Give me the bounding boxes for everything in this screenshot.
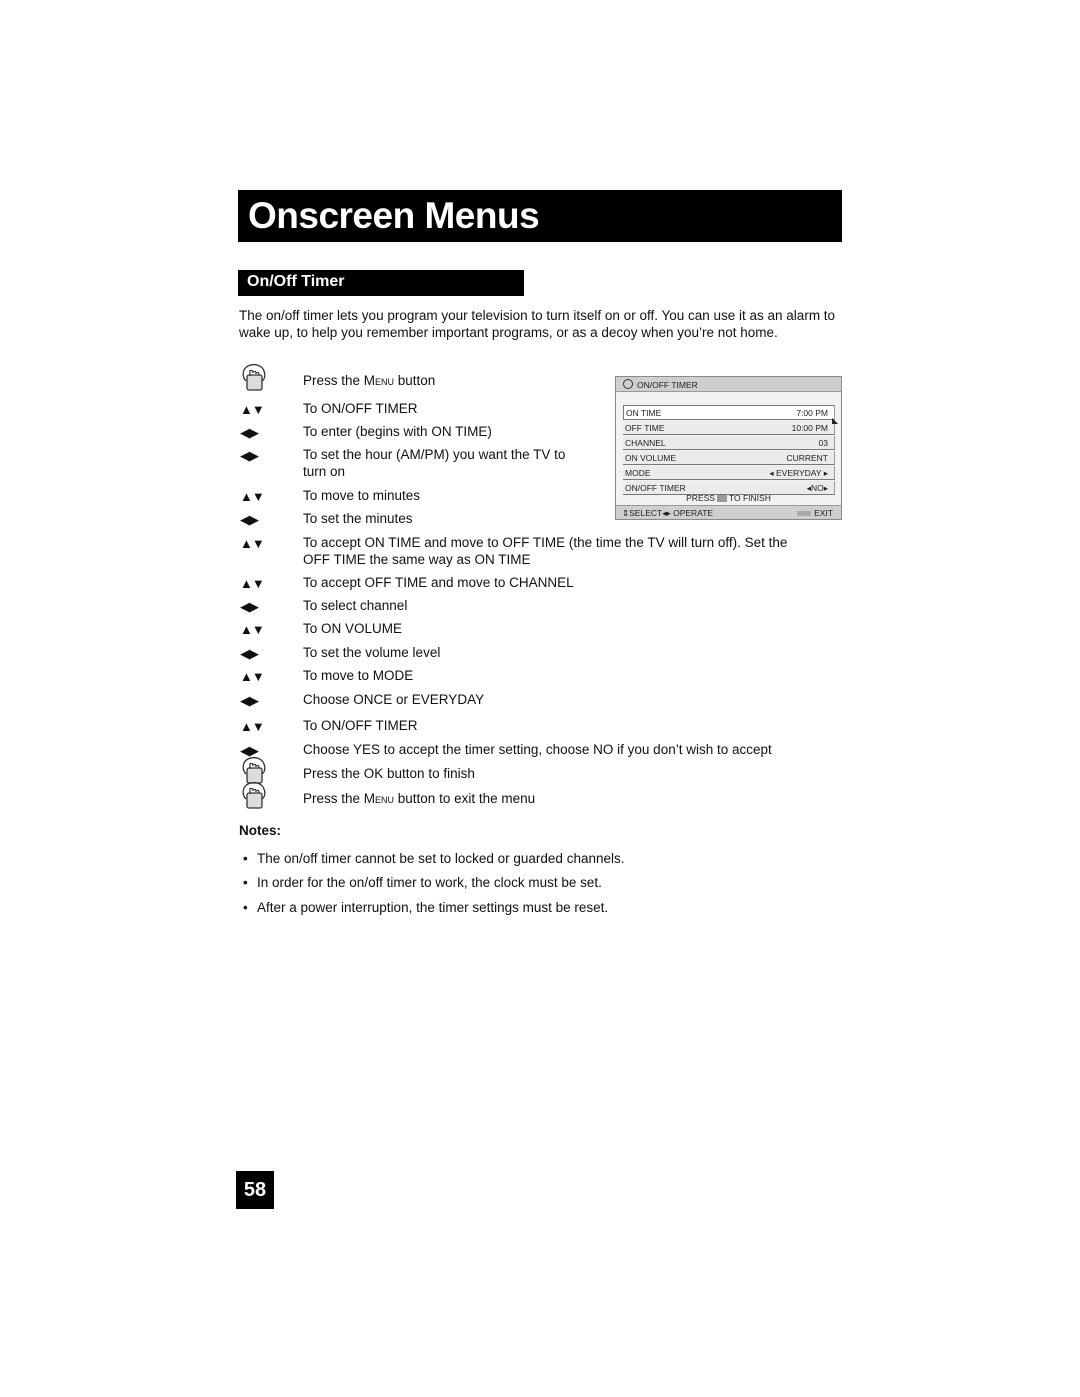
clock-icon bbox=[623, 379, 633, 389]
step-text: To accept ON TIME and move to OFF TIME (… bbox=[303, 535, 788, 567]
bullet-icon: • bbox=[243, 900, 248, 915]
osd-row-label: CHANNEL bbox=[625, 438, 666, 448]
left-right-arrows-icon: ◀▶ bbox=[240, 599, 259, 614]
menu-button-name: Menu bbox=[363, 373, 395, 388]
up-down-arrows-icon: ▲▼ bbox=[240, 402, 265, 417]
osd-row-channel: CHANNEL 03 bbox=[623, 436, 835, 450]
up-down-arrows-icon: ▲▼ bbox=[240, 536, 265, 551]
osd-row-value: 10:00 PM bbox=[791, 423, 828, 433]
step-text: To move to MODE bbox=[303, 668, 414, 683]
step-text: Choose ONCE or EVERYDAY bbox=[303, 692, 485, 707]
osd-row-off-time: OFF TIME 10:00 PM bbox=[623, 421, 835, 435]
up-down-arrows-icon: ▲▼ bbox=[240, 489, 265, 504]
osd-rows: ON TIME 7:00 PM OFF TIME 10:00 PM CHANNEL 03 O… bbox=[623, 405, 835, 496]
bullet-icon: • bbox=[243, 875, 248, 890]
osd-menu-screenshot: ON/OFF TIMER ON TIME 7:00 PM OFF TIME 10:00… bbox=[615, 376, 842, 520]
osd-row-label: ON/OFF TIMER bbox=[625, 483, 686, 493]
osd-footer-exit: EXIT bbox=[797, 508, 833, 518]
bullet-icon: • bbox=[243, 851, 248, 866]
section-title-bar: On/Off Timer bbox=[238, 270, 524, 296]
osd-row-value: CURRENT bbox=[786, 453, 828, 463]
press-label: PRESS bbox=[686, 493, 715, 503]
step-text: To accept OFF TIME and move to CHANNEL bbox=[303, 575, 574, 590]
osd-row-on-time: ON TIME 7:00 PM bbox=[623, 405, 835, 420]
osd-footer-nav: ⇕SELECT◂▸ OPERATE bbox=[622, 508, 714, 518]
osd-row-label: ON VOLUME bbox=[625, 453, 677, 463]
note-text: After a power interruption, the timer se… bbox=[257, 900, 609, 915]
up-down-arrows-icon: ▲▼ bbox=[240, 719, 265, 734]
menu-button-icon bbox=[797, 511, 812, 517]
up-down-arrows-icon: ▲▼ bbox=[240, 576, 265, 591]
section-title: On/Off Timer bbox=[247, 273, 345, 290]
note-text: The on/off timer cannot be set to locked… bbox=[257, 851, 625, 866]
osd-row-label: MODE bbox=[625, 468, 651, 478]
step-text: Press the Menu button bbox=[303, 373, 436, 388]
step-text: To move to minutes bbox=[303, 488, 421, 503]
notes-heading: Notes: bbox=[239, 823, 282, 838]
step-text: Choose YES to accept the timer setting, … bbox=[303, 742, 772, 757]
note-text: In order for the on/off timer to work, t… bbox=[257, 875, 602, 890]
osd-row-value: ◂ EVERYDAY ▸ bbox=[769, 468, 828, 478]
intro-paragraph: The on/off timer lets you program your t… bbox=[239, 308, 836, 340]
osd-header: ON/OFF TIMER bbox=[616, 377, 841, 392]
left-right-arrows-icon: ◀▶ bbox=[240, 512, 259, 527]
exit-label: EXIT bbox=[814, 508, 833, 518]
menu-button-name: Menu bbox=[363, 791, 395, 806]
osd-row-value: 03 bbox=[818, 438, 828, 448]
osd-row-label: ON TIME bbox=[626, 408, 662, 418]
step-text: To set the volume level bbox=[303, 645, 441, 660]
osd-row-label: OFF TIME bbox=[625, 423, 665, 433]
up-down-arrows-icon: ▲▼ bbox=[240, 669, 265, 684]
step-text: To set the minutes bbox=[303, 511, 413, 526]
step-text: Press the Menu button to exit the menu bbox=[303, 791, 536, 806]
page-number: 58 bbox=[236, 1171, 274, 1209]
chapter-title: Onscreen Menus bbox=[248, 195, 540, 236]
osd-row-mode: MODE ◂ EVERYDAY ▸ bbox=[623, 466, 835, 480]
up-down-arrows-icon: ▲▼ bbox=[240, 622, 265, 637]
left-right-arrows-icon: ◀▶ bbox=[240, 646, 259, 661]
step-text: To ON VOLUME bbox=[303, 621, 403, 636]
osd-title: ON/OFF TIMER bbox=[637, 380, 698, 390]
step-text: To ON/OFF TIMER bbox=[303, 718, 418, 733]
step-text: To ON/OFF TIMER bbox=[303, 401, 418, 416]
left-right-arrows-icon: ◀▶ bbox=[240, 693, 259, 708]
ok-button-icon bbox=[716, 495, 727, 503]
osd-footer: ⇕SELECT◂▸ OPERATE EXIT bbox=[616, 505, 841, 519]
osd-row-value: 7:00 PM bbox=[796, 408, 828, 418]
step-text: Press the OK button to finish bbox=[303, 766, 475, 781]
finish-label: TO FINISH bbox=[728, 493, 771, 503]
chapter-title-bar: Onscreen Menus bbox=[238, 190, 842, 242]
left-right-arrows-icon: ◀▶ bbox=[240, 425, 259, 440]
cursor-icon: ◣ bbox=[832, 416, 839, 425]
step-text: To select channel bbox=[303, 598, 408, 613]
left-right-arrows-icon: ◀▶ bbox=[240, 448, 259, 463]
osd-row-on-volume: ON VOLUME CURRENT bbox=[623, 451, 835, 465]
osd-press-ok: PRESS TO FINISH bbox=[616, 493, 841, 503]
step-text: To set the hour (AM/PM) you want the TV … bbox=[303, 447, 566, 479]
step-text: To enter (begins with ON TIME) bbox=[303, 424, 492, 439]
